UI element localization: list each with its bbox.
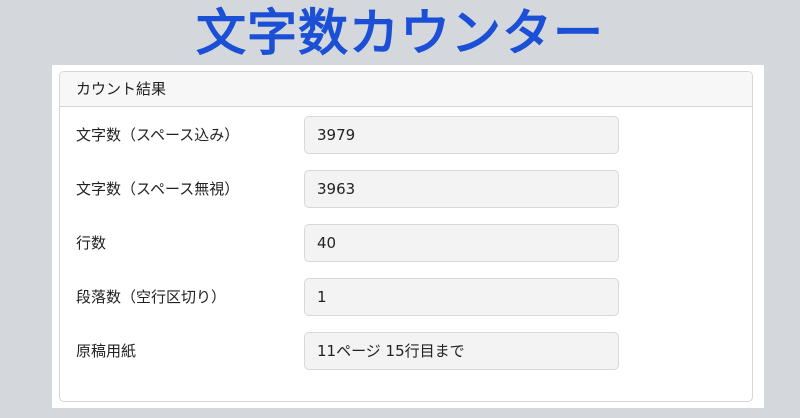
row-label: 段落数（空行区切り） [76,288,227,306]
card-header: カウント結果 [60,72,752,107]
row-label: 原稿用紙 [76,342,137,360]
row-paragraphs: 段落数（空行区切り） 1 [60,278,752,316]
row-lines: 行数 40 [60,224,752,262]
chars-without-spaces-field[interactable]: 3963 [304,170,619,208]
row-label: 文字数（スペース込み） [76,126,240,144]
results-panel: カウント結果 文字数（スペース込み） 3979 文字数（スペース無視） 3963… [52,65,764,408]
row-manuscript-paper: 原稿用紙 11ページ 15行目まで [60,332,752,370]
paragraphs-field[interactable]: 1 [304,278,619,316]
chars-with-spaces-field[interactable]: 3979 [304,116,619,154]
row-label: 行数 [76,234,107,252]
manuscript-paper-field[interactable]: 11ページ 15行目まで [304,332,619,370]
row-chars-with-spaces: 文字数（スペース込み） 3979 [60,116,752,154]
lines-field[interactable]: 40 [304,224,619,262]
page-title: 文字数カウンター [196,4,604,62]
row-label: 文字数（スペース無視） [76,180,240,198]
row-chars-without-spaces: 文字数（スペース無視） 3963 [60,170,752,208]
count-results-card: カウント結果 文字数（スペース込み） 3979 文字数（スペース無視） 3963… [59,71,753,402]
